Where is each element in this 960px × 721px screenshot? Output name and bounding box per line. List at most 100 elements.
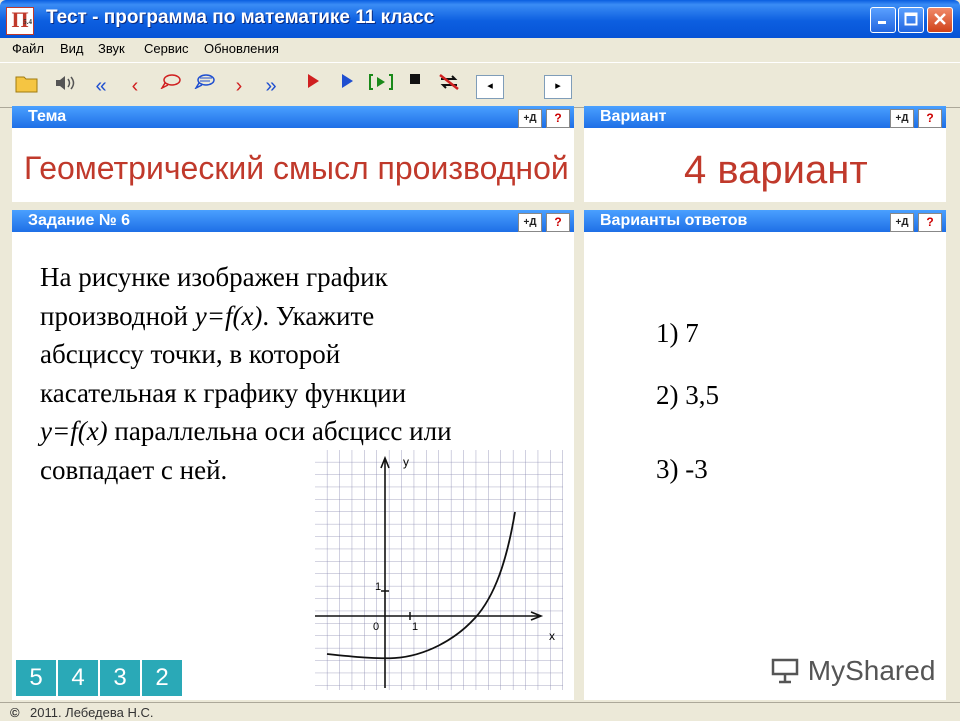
first-icon: « bbox=[95, 75, 107, 97]
question-line: касательная к графику функции bbox=[40, 377, 407, 408]
y-axis-label: y bbox=[403, 455, 409, 469]
myshared-logo-icon bbox=[771, 658, 799, 684]
question-formula: y=f(x) bbox=[40, 416, 108, 446]
grade-2-button[interactable]: 2 bbox=[142, 660, 182, 696]
graph-svg: y x 0 1 1 bbox=[315, 450, 563, 690]
variant-font-button[interactable]: +Д bbox=[890, 109, 914, 128]
last-icon: » bbox=[265, 75, 277, 97]
answer-option-1[interactable]: 1) 7 bbox=[656, 318, 699, 349]
play-blue-button[interactable] bbox=[334, 73, 360, 99]
grade-5-button[interactable]: 5 bbox=[16, 660, 56, 696]
scroll-right-button[interactable]: ▸ bbox=[544, 75, 572, 99]
menu-bar: Файл Вид Звук Сервис Обновления bbox=[0, 38, 960, 60]
copyright-symbol: © bbox=[10, 705, 20, 720]
grade-4-button[interactable]: 4 bbox=[58, 660, 98, 696]
status-text: 2011. Лебедева Н.С. bbox=[30, 705, 154, 720]
derivative-graph: y x 0 1 1 bbox=[315, 450, 563, 690]
answers-label: Варианты ответов bbox=[600, 212, 748, 229]
speech-bubble-2-icon bbox=[194, 74, 215, 89]
task-font-button[interactable]: +Д bbox=[518, 213, 542, 232]
menu-sound[interactable]: Звук bbox=[98, 41, 125, 56]
menu-view[interactable]: Вид bbox=[60, 41, 84, 56]
question-line: На рисунке изображен график bbox=[40, 262, 388, 292]
play-red-icon bbox=[308, 74, 319, 88]
grade-3-button[interactable]: 3 bbox=[100, 660, 140, 696]
app-icon-badge: 5.4 bbox=[23, 18, 32, 26]
prev-button[interactable]: ‹ bbox=[122, 73, 148, 99]
question-line: производной y=f(x). Укажите bbox=[40, 297, 452, 336]
no-sync-icon bbox=[439, 74, 459, 90]
topic-text: Геометрический смысл производной bbox=[24, 150, 569, 186]
x-axis-label: x bbox=[549, 629, 555, 643]
app-icon[interactable]: П 5.4 bbox=[6, 7, 34, 35]
last-button[interactable]: » bbox=[258, 73, 284, 99]
answers-header: Варианты ответов +Д ? bbox=[584, 210, 946, 232]
question-fragment: параллельна оси абсцисс или bbox=[107, 416, 452, 446]
play-bracket-button[interactable] bbox=[368, 73, 394, 99]
task-label: Задание № 6 bbox=[28, 212, 130, 230]
topic-header: Тема +Д ? bbox=[12, 106, 574, 128]
topic-font-button[interactable]: +Д bbox=[518, 109, 542, 128]
folder-icon bbox=[15, 76, 38, 93]
variant-header: Вариант +Д ? bbox=[584, 106, 946, 128]
answers-help-button[interactable]: ? bbox=[918, 213, 942, 232]
question-formula: y=f(x) bbox=[194, 300, 263, 331]
task-header: Задание № 6 +Д ? bbox=[12, 210, 574, 232]
play-bracket-icon bbox=[369, 74, 393, 90]
scroll-right-icon: ▸ bbox=[555, 80, 561, 92]
minimize-icon bbox=[878, 21, 886, 24]
topic-help-button[interactable]: ? bbox=[546, 109, 570, 128]
watermark-text: MyShared bbox=[807, 655, 936, 686]
window-title: Тест - программа по математике 11 класс bbox=[46, 7, 435, 28]
answer-option-2[interactable]: 2) 3,5 bbox=[656, 380, 719, 411]
status-bar: © 2011. Лебедева Н.С. bbox=[0, 702, 960, 721]
play-red-button[interactable] bbox=[300, 73, 326, 99]
menu-updates[interactable]: Обновления bbox=[204, 41, 279, 56]
variant-help-button[interactable]: ? bbox=[918, 109, 942, 128]
maximize-icon bbox=[904, 12, 918, 26]
speech-bubble-icon bbox=[160, 74, 181, 89]
scroll-left-button[interactable]: ◂ bbox=[476, 75, 504, 99]
stop-button[interactable] bbox=[402, 73, 428, 99]
maximize-button[interactable] bbox=[898, 7, 924, 33]
title-bar: П 5.4 Тест - программа по математике 11 к… bbox=[0, 0, 960, 38]
no-sync-button[interactable] bbox=[436, 73, 462, 99]
scroll-left-icon: ◂ bbox=[487, 80, 493, 92]
topic-label: Тема bbox=[28, 108, 67, 125]
x-tick-label: 1 bbox=[412, 621, 418, 633]
answer-option-3[interactable]: 3) -3 bbox=[656, 454, 708, 485]
close-icon bbox=[934, 13, 946, 25]
task-number: 6 bbox=[121, 212, 131, 229]
origin-label: 0 bbox=[373, 621, 379, 633]
graph-grid bbox=[315, 450, 563, 690]
question-fragment: . Укажите bbox=[262, 300, 375, 331]
answers-pane: Варианты ответов +Д ? bbox=[584, 210, 946, 700]
open-button[interactable] bbox=[14, 73, 40, 99]
toolbar: « ‹ › » ◂ ▸ bbox=[0, 62, 960, 108]
next-icon: › bbox=[235, 75, 243, 97]
grade-bar: 5 4 3 2 bbox=[16, 660, 184, 696]
y-tick-label: 1 bbox=[375, 581, 381, 593]
watermark: MyShared bbox=[770, 655, 935, 687]
question-line: y=f(x) параллельна оси абсцисс или bbox=[40, 412, 452, 451]
question-fragment: производной bbox=[40, 300, 195, 331]
minimize-button[interactable] bbox=[870, 7, 896, 33]
close-button[interactable] bbox=[927, 7, 953, 33]
comment-2-button[interactable] bbox=[192, 73, 218, 99]
prev-icon: ‹ bbox=[131, 75, 139, 97]
stop-icon bbox=[410, 74, 420, 84]
task-label-text: Задание № bbox=[28, 212, 117, 229]
question-line: абсциссу точки, в которой bbox=[40, 339, 341, 369]
speaker-icon bbox=[56, 76, 75, 90]
comment-button[interactable] bbox=[158, 73, 184, 99]
first-button[interactable]: « bbox=[88, 73, 114, 99]
variant-label: Вариант bbox=[600, 108, 667, 125]
menu-file[interactable]: Файл bbox=[12, 41, 44, 56]
variant-text: 4 вариант bbox=[684, 148, 868, 192]
menu-service[interactable]: Сервис bbox=[144, 41, 189, 56]
sound-button[interactable] bbox=[52, 73, 78, 99]
task-help-button[interactable]: ? bbox=[546, 213, 570, 232]
next-button[interactable]: › bbox=[226, 73, 252, 99]
play-blue-icon bbox=[342, 74, 353, 88]
answers-font-button[interactable]: +Д bbox=[890, 213, 914, 232]
